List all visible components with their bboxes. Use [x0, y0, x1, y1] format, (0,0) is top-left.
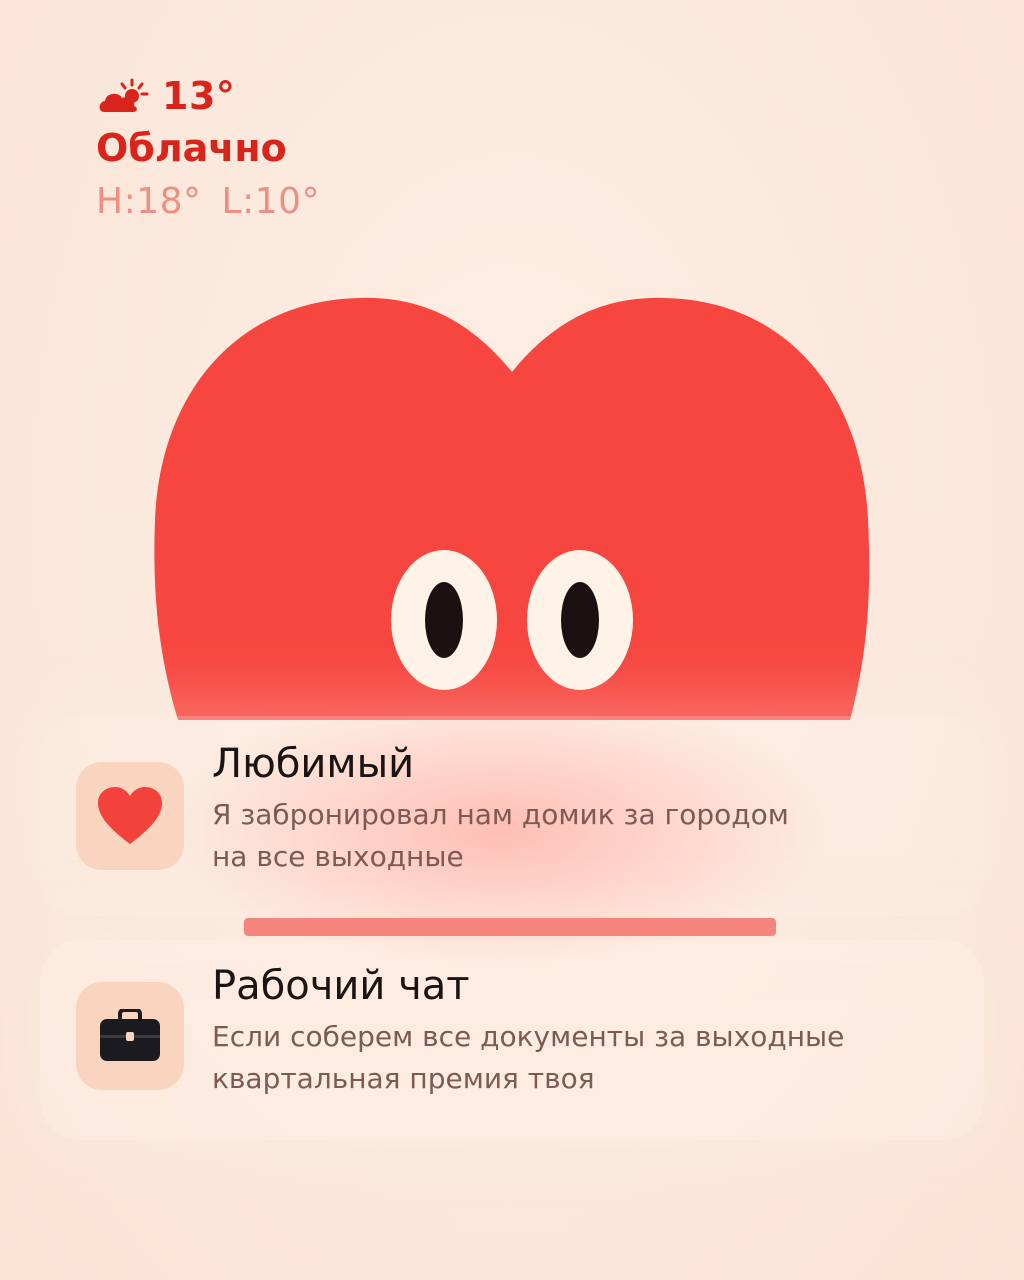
- weather-condition: Облачно: [96, 126, 287, 170]
- work-chat-app-icon: [76, 982, 184, 1090]
- lock-screen: 13° Облачно H:18° L:10° Любимый Я заброни…: [0, 0, 1024, 1280]
- notification-content: Рабочий чат Если соберем все документы з…: [212, 960, 954, 1100]
- cloud-sun-icon: [96, 76, 152, 116]
- weather-temp-row: 13°: [96, 70, 320, 122]
- notification-body: Если соберем все документы за выходные к…: [212, 1020, 845, 1095]
- temperature: 13°: [162, 74, 236, 118]
- weather-low: L:10°: [221, 181, 321, 222]
- briefcase-icon: [100, 1009, 160, 1061]
- left-pupil: [425, 582, 463, 658]
- notification-body: Я забронировал нам домик за городом на в…: [212, 798, 789, 873]
- notification-title: Рабочий чат: [212, 963, 470, 1009]
- weather-high-low: H:18° L:10°: [96, 178, 320, 226]
- right-pupil: [561, 582, 599, 658]
- weather-widget[interactable]: 13° Облачно H:18° L:10°: [96, 70, 320, 226]
- notification-card[interactable]: Любимый Я забронировал нам домик за горо…: [40, 716, 984, 916]
- messages-app-icon: [76, 762, 184, 870]
- heart-icon: [98, 787, 162, 844]
- notification-content: Любимый Я забронировал нам домик за горо…: [212, 738, 954, 878]
- weather-high: H:18°: [96, 181, 202, 222]
- notification-title: Любимый: [212, 741, 415, 787]
- heart-shape: [154, 297, 870, 720]
- notification-card[interactable]: Рабочий чат Если соберем все документы з…: [40, 940, 984, 1140]
